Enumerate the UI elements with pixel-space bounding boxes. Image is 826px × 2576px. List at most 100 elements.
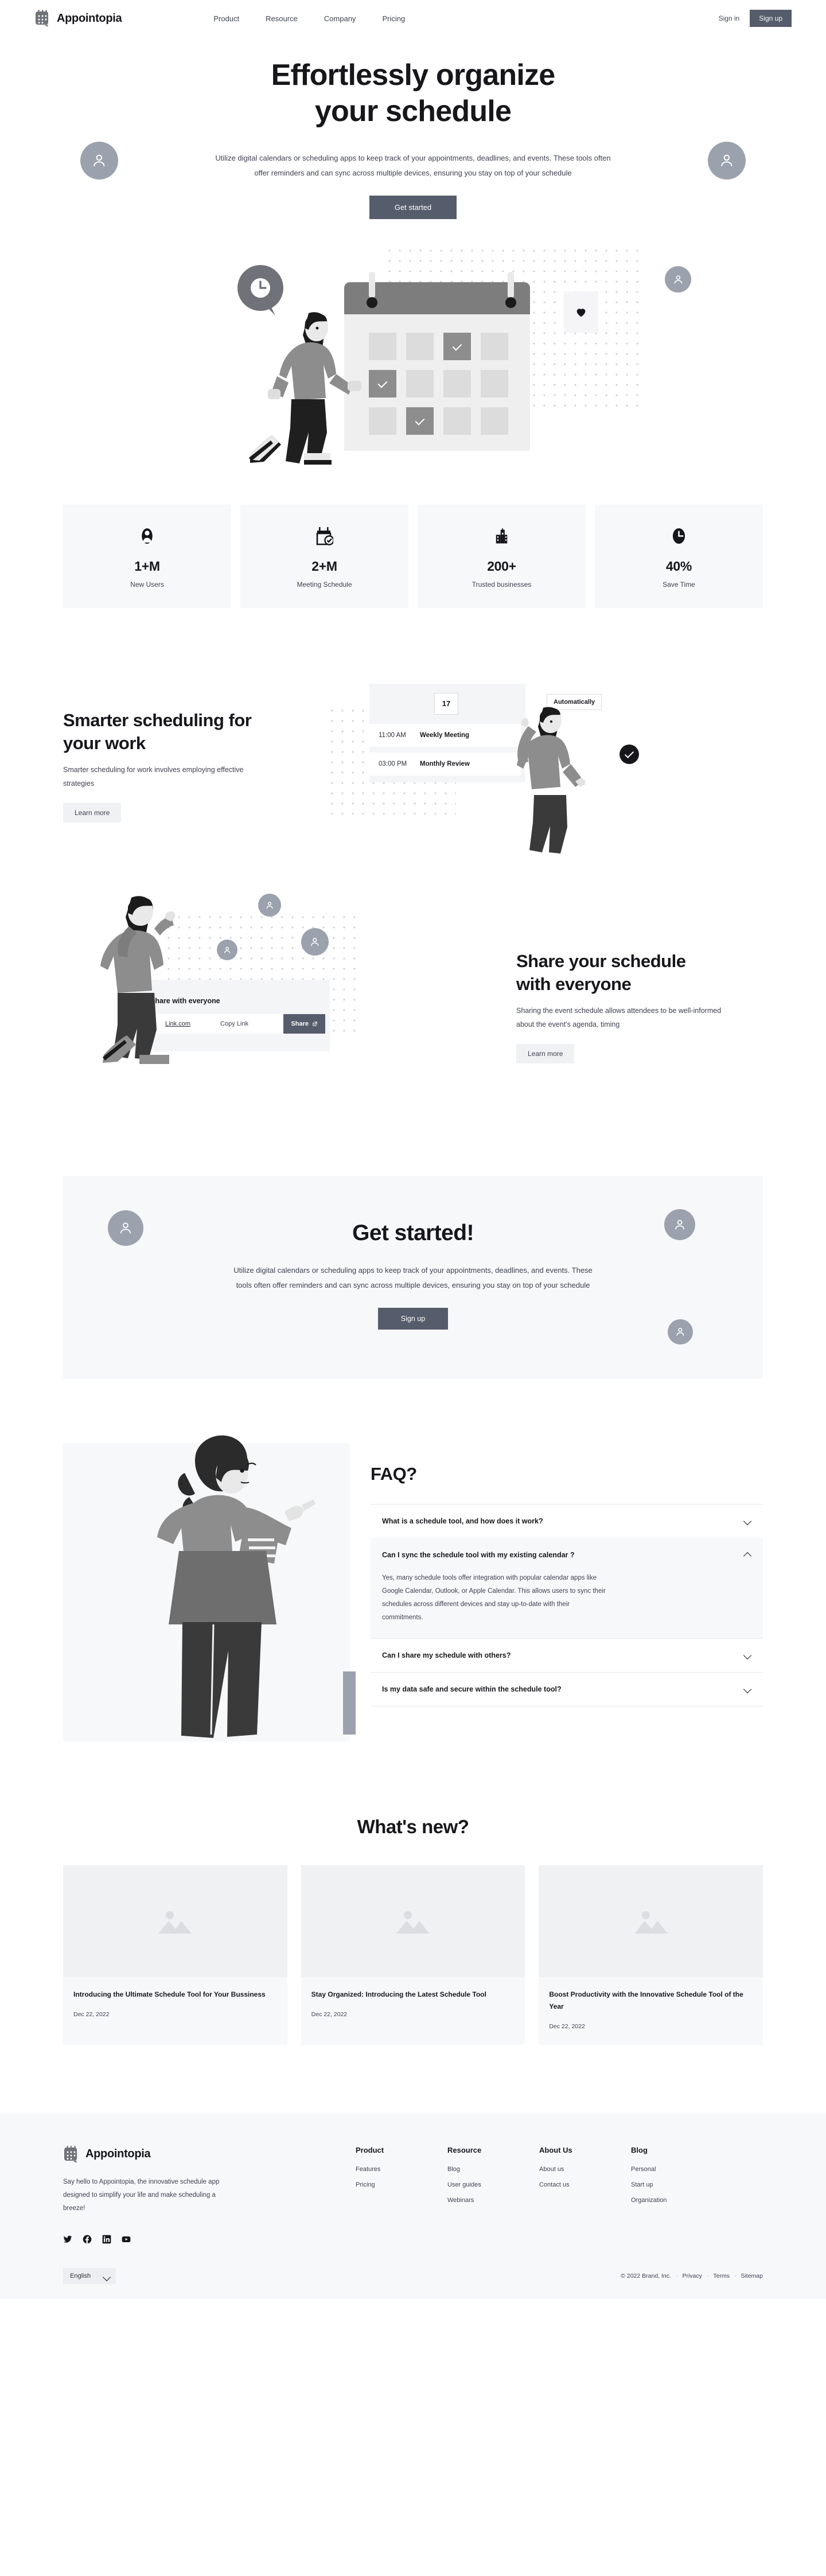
hero-title-line-2: your schedule xyxy=(314,95,512,128)
footer-link[interactable]: Pricing xyxy=(356,2181,447,2188)
faq-question-text: What is a schedule tool, and how does it… xyxy=(382,1517,543,1525)
language-selector[interactable]: English xyxy=(63,2267,116,2284)
calendar-cell xyxy=(481,407,508,435)
brand-logo[interactable]: Appointopia xyxy=(34,10,122,27)
news-card-list: Introducing the Ultimate Schedule Tool f… xyxy=(63,1865,763,2045)
learn-more-button[interactable]: Learn more xyxy=(516,1043,575,1063)
terms-link[interactable]: Terms xyxy=(713,2273,730,2279)
cta-body: Utilize digital calendars or scheduling … xyxy=(233,1265,593,1289)
stat-card: 200+ Trusted businesses xyxy=(418,504,586,608)
footer-link[interactable]: Features xyxy=(356,2166,447,2173)
faq-question[interactable]: Is my data safe and secure within the sc… xyxy=(371,1673,763,1706)
nav-link-resource[interactable]: Resource xyxy=(266,14,298,23)
feature-body: Sharing the event schedule allows attend… xyxy=(516,1007,722,1028)
facebook-icon[interactable] xyxy=(83,2235,92,2244)
separator: · xyxy=(734,2272,737,2279)
linkedin-icon[interactable] xyxy=(102,2235,111,2244)
faq-item-expanded: Can I sync the schedule tool with my exi… xyxy=(371,1537,763,1638)
chevron-down-icon xyxy=(744,1685,751,1693)
news-card[interactable]: Introducing the Ultimate Schedule Tool f… xyxy=(63,1865,287,2045)
stat-value: 2+M xyxy=(311,558,337,574)
footer-link[interactable]: About us xyxy=(539,2166,631,2173)
footer-column-heading: Product xyxy=(356,2145,384,2154)
share-button-label: Share xyxy=(291,1020,309,1027)
cta-title: Get started! xyxy=(352,1220,474,1245)
person-illustration xyxy=(249,312,361,465)
social-links xyxy=(63,2235,264,2244)
stats-section: 1+M New Users 2+M Meeting Schedule 200+ … xyxy=(63,504,763,608)
person-illustration xyxy=(157,1435,315,1738)
news-card-thumbnail xyxy=(301,1865,525,1977)
footer-link[interactable]: Webinars xyxy=(447,2197,539,2204)
footer-link[interactable]: User guides xyxy=(447,2181,539,2188)
news-card[interactable]: Boost Productivity with the Innovative S… xyxy=(539,1865,763,2045)
footer-link[interactable]: Personal xyxy=(631,2166,723,2173)
feature-body: Smarter scheduling for work involves emp… xyxy=(63,766,244,788)
calendar-ring-base xyxy=(505,297,516,308)
schedule-row-time: 11:00 AM xyxy=(379,731,406,739)
news-card[interactable]: Stay Organized: Introducing the Latest S… xyxy=(301,1865,525,2045)
scrollbar[interactable] xyxy=(343,1671,356,1735)
page-title: Effortlessly organize your schedule xyxy=(195,57,631,130)
stat-card: 1+M New Users xyxy=(63,504,231,608)
image-placeholder-icon xyxy=(634,1911,668,1934)
faq-question[interactable]: Can I share my schedule with others? xyxy=(371,1639,763,1672)
avatar xyxy=(258,893,281,917)
hero-title-line-1: Effortlessly organize xyxy=(271,59,555,92)
schedule-row[interactable]: 03:00 PM Monthly Review xyxy=(369,752,521,775)
stat-value: 40% xyxy=(665,558,692,574)
faq-list: What is a schedule tool, and how does it… xyxy=(371,1503,763,1706)
faq-item: What is a schedule tool, and how does it… xyxy=(371,1503,763,1538)
sign-up-button[interactable]: Sign up xyxy=(750,10,792,27)
share-button[interactable]: Share xyxy=(283,1014,325,1034)
stat-label: Save Time xyxy=(663,580,695,589)
avatar xyxy=(664,1209,695,1240)
news-card-thumbnail xyxy=(539,1865,763,1977)
twitter-icon[interactable] xyxy=(63,2235,72,2244)
chevron-up-icon xyxy=(744,1551,751,1558)
news-card-title: Introducing the Ultimate Schedule Tool f… xyxy=(73,1990,266,1998)
footer-brand-logo[interactable]: Appointopia xyxy=(63,2145,264,2163)
news-card-title: Boost Productivity with the Innovative S… xyxy=(549,1990,743,2010)
faq-illustration xyxy=(63,1435,356,1741)
faq-question[interactable]: What is a schedule tool, and how does it… xyxy=(371,1505,763,1538)
nav-link-pricing[interactable]: Pricing xyxy=(382,14,405,23)
news-card-thumbnail xyxy=(63,1865,287,1977)
separator: · xyxy=(675,2272,678,2279)
get-started-button[interactable]: Get started xyxy=(369,195,457,219)
copyright-text: © 2022 Brand, Inc. xyxy=(621,2272,671,2279)
footer-column-resource: Resource Blog User guides Webinars xyxy=(447,2146,539,2244)
footer-link[interactable]: Start up xyxy=(631,2181,723,2188)
external-link-icon xyxy=(313,1022,317,1026)
footer-bottom-bar: English © 2022 Brand, Inc. · Privacy · T… xyxy=(63,2267,763,2299)
news-card-title: Stay Organized: Introducing the Latest S… xyxy=(311,1990,486,1998)
privacy-link[interactable]: Privacy xyxy=(682,2273,702,2279)
person-illustration xyxy=(517,707,585,854)
cta-sign-up-button[interactable]: Sign up xyxy=(377,1307,449,1330)
schedule-row-time: 03:00 PM xyxy=(379,760,407,767)
feature-title-line-1: Smarter scheduling for xyxy=(63,710,252,731)
news-card-date: Dec 22, 2022 xyxy=(549,2022,585,2030)
schedule-row[interactable]: 11:00 AM Weekly Meeting xyxy=(369,723,521,747)
faq-question-text: Can I sync the schedule tool with my exi… xyxy=(382,1550,575,1559)
copy-link-button[interactable]: Copy Link xyxy=(220,1020,248,1027)
nav-link-company[interactable]: Company xyxy=(324,14,356,23)
calendar-cell xyxy=(481,369,508,397)
footer-link[interactable]: Organization xyxy=(631,2197,723,2204)
footer-link[interactable]: Contact us xyxy=(539,2181,631,2188)
clock-icon xyxy=(601,527,757,546)
schedule-row-name: Weekly Meeting xyxy=(420,731,470,739)
image-placeholder-icon xyxy=(396,1911,430,1934)
learn-more-button[interactable]: Learn more xyxy=(63,802,122,823)
footer-link[interactable]: Blog xyxy=(447,2166,539,2173)
sitemap-link[interactable]: Sitemap xyxy=(741,2273,763,2279)
youtube-icon[interactable] xyxy=(122,2235,131,2244)
sign-in-link[interactable]: Sign in xyxy=(719,14,740,22)
faq-question[interactable]: Can I sync the schedule tool with my exi… xyxy=(371,1538,763,1572)
faq-question-text: Is my data safe and secure within the sc… xyxy=(382,1685,562,1693)
nav-actions: Sign in Sign up xyxy=(719,10,792,27)
stat-value: 1+M xyxy=(134,558,160,574)
feature-title-line-1: Share your schedule xyxy=(516,951,686,972)
footer-column-heading: Resource xyxy=(447,2145,482,2154)
nav-link-product[interactable]: Product xyxy=(213,14,239,23)
